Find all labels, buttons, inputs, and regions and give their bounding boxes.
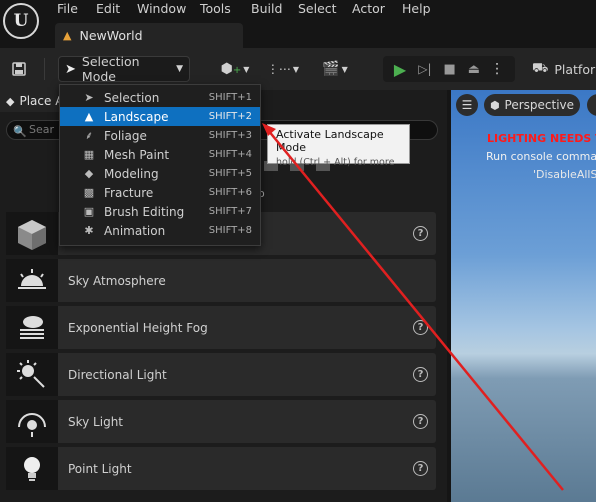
cursor-icon: ➤	[65, 61, 76, 77]
menu-item-landscape[interactable]: ▲ Landscape SHIFT+2	[60, 107, 260, 126]
brush-editing-icon: ▣	[83, 205, 95, 218]
menu-item-modeling[interactable]: ◆ Modeling SHIFT+5	[60, 164, 260, 183]
add-actor-icon: ⬢+	[220, 61, 242, 77]
chevron-down-icon: ▼	[341, 64, 348, 74]
menu-item-selection[interactable]: ➤ Selection SHIFT+1	[60, 88, 260, 107]
stop-icon[interactable]: ■	[444, 62, 456, 77]
level-tab[interactable]: ▲ NewWorld	[55, 23, 243, 48]
help-icon[interactable]: ?	[413, 226, 428, 241]
menu-item-animation[interactable]: ✱ Animation SHIFT+8	[60, 221, 260, 240]
perspective-icon: ⬢	[489, 98, 500, 112]
list-item-sky-atmosphere[interactable]: Sky Atmosphere	[6, 259, 436, 302]
animation-icon: ✱	[84, 224, 94, 237]
search-icon: 🔍	[13, 125, 27, 138]
menu-help[interactable]: Help	[402, 1, 431, 16]
fracture-icon: ▩	[83, 186, 95, 199]
chevron-down-icon: ▼	[176, 64, 183, 74]
mesh-paint-icon: ▦	[83, 148, 95, 161]
place-actors-icon: ◆	[6, 94, 15, 108]
landscape-tooltip: Activate Landscape Mode hold (Ctrl + Alt…	[267, 124, 410, 168]
place-actors-tab-label: Place A	[19, 94, 64, 108]
help-icon[interactable]: ?	[413, 320, 428, 335]
blueprint-icon: ⋮⋯	[266, 62, 291, 76]
list-item-directional-light[interactable]: Directional Light ?	[6, 353, 436, 396]
menu-build[interactable]: Build	[251, 1, 282, 16]
menu-tools[interactable]: Tools	[200, 1, 231, 16]
level-viewport[interactable]: ☰ ⬢ Perspective LIGHTING NEEDS TO Run co…	[451, 90, 596, 502]
landscape-icon: ▲	[84, 110, 94, 123]
mode-dropdown-menu: ➤ Selection SHIFT+1 ▲ Landscape SHIFT+2 …	[59, 84, 261, 246]
menu-item-mesh-paint[interactable]: ▦ Mesh Paint SHIFT+4	[60, 145, 260, 164]
menu-window[interactable]: Window	[137, 1, 186, 16]
modeling-icon: ◆	[84, 167, 94, 180]
platforms-label: Platfor	[554, 61, 596, 77]
play-icon[interactable]: ▶	[394, 60, 406, 79]
height-fog-icon	[6, 306, 58, 349]
blueprint-button[interactable]: ⋮⋯ ▼	[266, 56, 300, 82]
help-icon[interactable]: ?	[413, 461, 428, 476]
viewport-options-icon[interactable]	[587, 94, 596, 116]
add-actor-button[interactable]: ⬢+ ▼	[218, 56, 252, 82]
sky-light-icon	[6, 400, 58, 443]
menu-edit[interactable]: Edit	[96, 1, 120, 16]
list-item-point-light[interactable]: Point Light ?	[6, 447, 436, 490]
menu-item-foliage[interactable]: ⸙ Foliage SHIFT+3	[60, 126, 260, 145]
play-controls: ▶ ▷| ■ ⏏ ⋮	[383, 56, 515, 82]
level-icon: ▲	[63, 29, 72, 42]
cube-icon	[6, 212, 58, 255]
chevron-down-icon: ▼	[292, 64, 300, 74]
save-icon[interactable]	[8, 56, 30, 82]
level-tab-title: NewWorld	[79, 28, 143, 43]
list-item-sky-light[interactable]: Sky Light ?	[6, 400, 436, 443]
menu-bar: U File Edit Window Tools Build Select Ac…	[0, 0, 596, 39]
mode-select-button[interactable]: ➤ Selection Mode ▼	[58, 54, 190, 84]
menu-select[interactable]: Select	[298, 1, 337, 16]
selection-icon: ➤	[84, 91, 94, 104]
viewport-message-line1: Run console comman	[486, 150, 596, 163]
more-options-icon[interactable]: ⋮	[490, 61, 504, 77]
step-icon[interactable]: ▷|	[418, 62, 431, 76]
perspective-button[interactable]: ⬢ Perspective	[484, 94, 580, 116]
cinematics-button[interactable]: 🎬 ▼	[318, 56, 352, 82]
list-item-label: Sky Light	[68, 414, 124, 429]
directional-light-icon	[6, 353, 58, 396]
foliage-icon: ⸙	[84, 129, 94, 142]
sky-atmosphere-icon	[6, 259, 58, 302]
tooltip-title: Activate Landscape Mode	[276, 128, 384, 154]
menu-item-brush-editing[interactable]: ▣ Brush Editing SHIFT+7	[60, 202, 260, 221]
platforms-icon: ⛟	[532, 60, 549, 76]
place-actors-list: ? Sky Atmosphere Exponential Height Fog …	[6, 212, 436, 494]
help-icon[interactable]: ?	[413, 367, 428, 382]
mode-label: Selection Mode	[81, 54, 140, 84]
list-item-label: Directional Light	[68, 367, 167, 382]
help-icon[interactable]: ?	[413, 414, 428, 429]
search-placeholder: Sear	[29, 123, 55, 136]
list-item-exponential-height-fog[interactable]: Exponential Height Fog ?	[6, 306, 436, 349]
platforms-button[interactable]: ⛟ Platfor	[532, 56, 596, 82]
clapperboard-icon: 🎬	[322, 61, 340, 77]
list-item-label: Sky Atmosphere	[68, 273, 166, 288]
tooltip-hint: hold (Ctrl + Alt) for more	[276, 157, 395, 168]
toolbar-divider	[44, 58, 45, 80]
list-item-label: Exponential Height Fog	[68, 320, 208, 335]
lighting-warning: LIGHTING NEEDS TO	[487, 132, 596, 145]
chevron-down-icon: ▼	[243, 64, 250, 74]
viewport-menu-icon[interactable]: ☰	[456, 94, 478, 116]
menu-actor[interactable]: Actor	[352, 1, 385, 16]
menu-file[interactable]: File	[57, 1, 78, 16]
list-item-label: Point Light	[68, 461, 132, 476]
menu-item-fracture[interactable]: ▩ Fracture SHIFT+6	[60, 183, 260, 202]
eject-icon[interactable]: ⏏	[468, 62, 480, 77]
document-tab-row: ▲ NewWorld	[0, 18, 596, 48]
viewport-message-line2: 'DisableAllS	[533, 168, 596, 181]
perspective-label: Perspective	[504, 98, 575, 112]
unreal-logo-icon[interactable]: U	[3, 3, 39, 39]
point-light-icon	[6, 447, 58, 490]
